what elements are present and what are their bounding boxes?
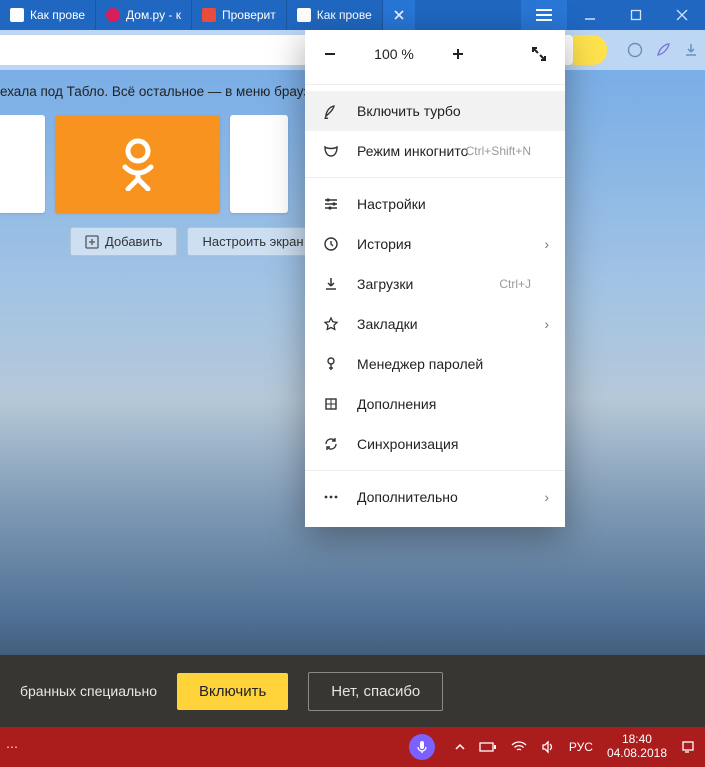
menu-bookmarks[interactable]: Закладки › (305, 304, 565, 344)
downloads-icon[interactable] (677, 30, 705, 70)
menu-passwords[interactable]: Менеджер паролей (305, 344, 565, 384)
menu-label: История (357, 236, 411, 252)
shortcut-hint: Ctrl+Shift+N (466, 144, 531, 158)
clock-date: 04.08.2018 (607, 747, 667, 761)
taskbar: ⋯ РУС 18:40 04.08.2018 (0, 727, 705, 767)
add-label: Добавить (105, 234, 162, 249)
minimize-button[interactable] (567, 0, 613, 30)
tab-label: Как прове (317, 8, 372, 22)
fullscreen-button[interactable] (531, 46, 547, 62)
menu-downloads[interactable]: Загрузки Ctrl+J (305, 264, 565, 304)
tray-chevron-icon[interactable] (455, 742, 465, 752)
rocket-icon (323, 103, 341, 119)
tile-odnoklassniki[interactable] (55, 115, 220, 213)
titlebar: Как прове Дом.ру - к Проверит Как прове (0, 0, 705, 30)
menu-label: Дополнения (357, 396, 436, 412)
close-button[interactable] (659, 0, 705, 30)
menu-label: Закладки (357, 316, 418, 332)
menu-incognito[interactable]: Режим инкогнито Ctrl+Shift+N (305, 131, 565, 171)
sliders-icon (323, 196, 341, 212)
menu-label: Менеджер паролей (357, 356, 483, 372)
banner-text: бранных специально (20, 683, 157, 699)
key-icon (323, 356, 341, 372)
dots-icon (323, 489, 341, 505)
customize-label: Настроить экран (202, 234, 303, 249)
search-button[interactable] (573, 35, 607, 65)
menu-turbo[interactable]: Включить турбо (305, 91, 565, 131)
menu-label: Дополнительно (357, 489, 458, 505)
clock-time: 18:40 (607, 733, 667, 747)
hamburger-menu-button[interactable] (521, 0, 567, 30)
zoom-row: 100 % (305, 30, 565, 78)
tab-3[interactable]: Как прове (287, 0, 383, 30)
puzzle-icon (323, 396, 341, 412)
menu-more[interactable]: Дополнительно › (305, 477, 565, 517)
menu-settings[interactable]: Настройки (305, 184, 565, 224)
wifi-icon (106, 8, 120, 22)
wifi-icon[interactable] (511, 741, 527, 753)
language-indicator[interactable]: РУС (569, 740, 593, 754)
tab-label: Как прове (30, 8, 85, 22)
clock[interactable]: 18:40 04.08.2018 (607, 733, 667, 761)
zoom-in-button[interactable] (451, 47, 465, 61)
new-tab-button[interactable] (383, 0, 415, 30)
system-tray: РУС 18:40 04.08.2018 (409, 733, 705, 761)
chevron-right-icon: › (544, 489, 549, 505)
favicon-icon (202, 8, 216, 22)
banner-decline-button[interactable]: Нет, спасибо (308, 672, 443, 711)
shortcut-hint: Ctrl+J (499, 277, 531, 291)
feather-icon[interactable] (649, 30, 677, 70)
clock-icon (323, 236, 341, 252)
tab-0[interactable]: Как прове (0, 0, 96, 30)
favicon-icon (297, 8, 311, 22)
browser-window: Как прове Дом.ру - к Проверит Как прове … (0, 0, 705, 727)
banner-enable-button[interactable]: Включить (177, 673, 288, 710)
menu-history[interactable]: История › (305, 224, 565, 264)
plus-box-icon (85, 235, 99, 249)
add-tile-button[interactable]: Добавить (70, 227, 177, 256)
chevron-right-icon: › (544, 236, 549, 252)
zoom-value: 100 % (374, 46, 414, 62)
tile[interactable] (0, 115, 45, 213)
sync-icon (323, 436, 341, 452)
menu-label: Настройки (357, 196, 426, 212)
main-menu: 100 % Включить турбо Режим инкогнито Ctr… (305, 30, 565, 527)
maximize-button[interactable] (613, 0, 659, 30)
star-icon (323, 316, 341, 332)
tile[interactable] (230, 115, 288, 213)
tab-label: Дом.ру - к (126, 8, 181, 22)
download-icon (323, 276, 341, 292)
menu-label: Включить турбо (357, 103, 461, 119)
tab-1[interactable]: Дом.ру - к (96, 0, 192, 30)
mask-icon (323, 143, 341, 159)
taskbar-overflow[interactable]: ⋯ (0, 740, 18, 754)
menu-label: Режим инкогнито (357, 143, 468, 159)
menu-sync[interactable]: Синхронизация (305, 424, 565, 464)
volume-icon[interactable] (541, 740, 555, 754)
favicon-icon (10, 8, 24, 22)
battery-icon[interactable] (479, 741, 497, 753)
customize-button[interactable]: Настроить экран (187, 227, 318, 256)
zoom-out-button[interactable] (323, 47, 337, 61)
promo-banner: бранных специально Включить Нет, спасибо (0, 655, 705, 727)
window-controls (567, 0, 705, 30)
menu-addons[interactable]: Дополнения (305, 384, 565, 424)
extension-icon[interactable] (621, 30, 649, 70)
voice-assistant-button[interactable] (409, 734, 435, 760)
notifications-button[interactable] (681, 740, 695, 754)
ok-logo-icon (115, 137, 161, 191)
tab-2[interactable]: Проверит (192, 0, 287, 30)
tab-label: Проверит (222, 8, 276, 22)
menu-label: Загрузки (357, 276, 413, 292)
chevron-right-icon: › (544, 316, 549, 332)
menu-label: Синхронизация (357, 436, 458, 452)
